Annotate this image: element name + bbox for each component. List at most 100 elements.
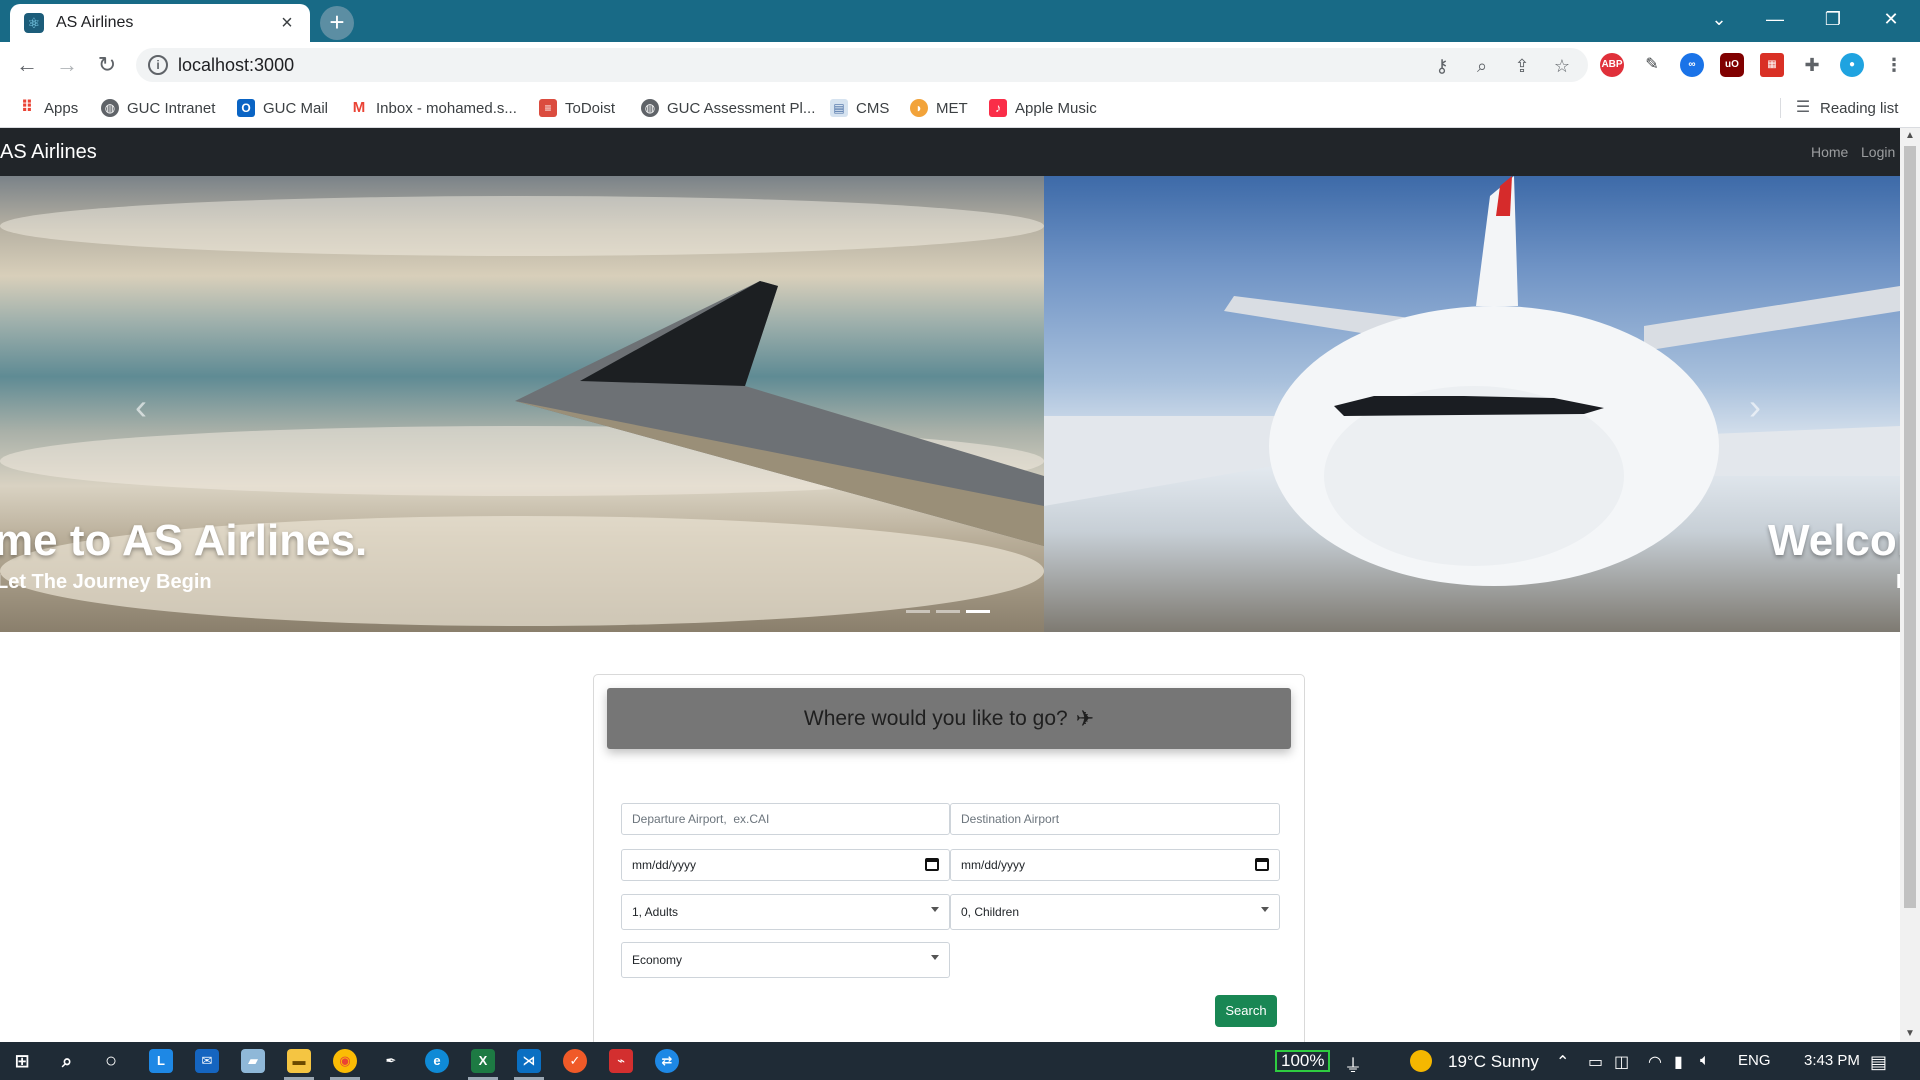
scroll-down-icon[interactable]: ▼ bbox=[1900, 1026, 1920, 1042]
tab-title: AS Airlines bbox=[56, 14, 134, 31]
chevron-up-icon[interactable]: ⌃ bbox=[1556, 1052, 1569, 1072]
outlook-icon: O bbox=[237, 99, 255, 117]
device-icon[interactable]: ▭ bbox=[1588, 1052, 1603, 1072]
destination-airport-field[interactable] bbox=[950, 803, 1280, 835]
met-logo-icon: ◗ bbox=[910, 99, 928, 117]
close-window-button[interactable]: ✕ bbox=[1862, 0, 1920, 38]
carousel-caption-title: me to AS Airlines. bbox=[0, 516, 368, 565]
carousel-indicator-3[interactable] bbox=[966, 610, 990, 613]
key-icon[interactable]: ⚷ bbox=[1430, 54, 1454, 78]
bookmark-guc-intranet[interactable]: ◍ GUC Intranet bbox=[101, 96, 215, 120]
zoom-icon[interactable]: ⌕ bbox=[1470, 54, 1494, 78]
cabin-class-select[interactable]: Economy bbox=[621, 942, 950, 978]
vscode-icon[interactable]: ⋊ bbox=[517, 1049, 541, 1073]
tab-search-chevron-icon[interactable]: ⌄ bbox=[1690, 0, 1748, 38]
browser-tab-strip: ⚛ AS Airlines × + ⌄ — ❐ ✕ bbox=[0, 0, 1920, 42]
menu-kebab-icon[interactable]: ⋮ bbox=[1882, 53, 1906, 77]
nav-link-login[interactable]: Login bbox=[1861, 144, 1895, 160]
children-select[interactable]: 0, Children bbox=[950, 894, 1280, 930]
cortana-icon[interactable]: ○ bbox=[99, 1049, 123, 1073]
infinity-extension-icon[interactable]: ∞ bbox=[1680, 53, 1704, 77]
excel-icon[interactable]: X bbox=[471, 1049, 495, 1073]
bookmark-apple-music[interactable]: ♪ Apple Music bbox=[989, 96, 1097, 120]
scroll-up-icon[interactable]: ▲ bbox=[1900, 128, 1920, 144]
reload-icon[interactable]: ↻ bbox=[93, 51, 121, 79]
adults-select[interactable]: 1, Adults bbox=[621, 894, 950, 930]
bookmark-label: Inbox - mohamed.s... bbox=[376, 99, 517, 117]
bookmark-guc-mail[interactable]: O GUC Mail bbox=[237, 96, 328, 120]
mail-icon[interactable]: ✉ bbox=[195, 1049, 219, 1073]
new-tab-button[interactable]: + bbox=[320, 6, 354, 40]
omnibox[interactable]: i localhost:3000 ⚷ ⌕ ⇪ ☆ bbox=[136, 48, 1588, 82]
departure-airport-field[interactable] bbox=[621, 803, 950, 835]
weather-text[interactable]: 19°C Sunny bbox=[1448, 1052, 1539, 1072]
notes-icon[interactable]: ▰ bbox=[241, 1049, 265, 1073]
ublock-extension-icon[interactable]: uO bbox=[1720, 53, 1744, 77]
close-tab-icon[interactable]: × bbox=[276, 12, 298, 35]
bookmarks-divider bbox=[1780, 98, 1781, 118]
site-navbar: AS Airlines Home Login bbox=[0, 128, 1900, 176]
restore-button[interactable]: ❐ bbox=[1804, 0, 1862, 38]
sun-icon[interactable] bbox=[1410, 1050, 1432, 1072]
bookmark-cms[interactable]: ▤ CMS bbox=[830, 96, 889, 120]
site-info-icon[interactable]: i bbox=[148, 55, 168, 75]
reading-list-button[interactable]: ☰ Reading list bbox=[1794, 96, 1899, 120]
bookmark-todoist[interactable]: ≡ ToDoist bbox=[539, 96, 615, 120]
signature-extension-icon[interactable]: ✎ bbox=[1640, 53, 1664, 77]
forward-arrow-icon[interactable]: → bbox=[53, 51, 81, 79]
image-extension-icon[interactable]: ▦ bbox=[1760, 53, 1784, 77]
network-icon[interactable]: ◫ bbox=[1614, 1052, 1629, 1072]
chrome-icon[interactable]: ◉ bbox=[333, 1049, 357, 1073]
bookmark-inbox[interactable]: M Inbox - mohamed.s... bbox=[350, 96, 517, 120]
todoist-icon: ≡ bbox=[539, 99, 557, 117]
share-icon[interactable]: ⇪ bbox=[1510, 54, 1534, 78]
bookmark-guc-assessment[interactable]: ◍ GUC Assessment Pl... bbox=[641, 96, 815, 120]
departure-airport-input[interactable] bbox=[632, 804, 787, 834]
postman-icon[interactable]: ✓ bbox=[563, 1049, 587, 1073]
wifi-icon[interactable]: ◠ bbox=[1648, 1052, 1662, 1072]
search-icon[interactable]: ⌕ bbox=[55, 1049, 79, 1073]
back-arrow-icon[interactable]: ← bbox=[13, 51, 41, 79]
nav-link-home[interactable]: Home bbox=[1811, 144, 1848, 160]
battery-percentage[interactable]: 100% bbox=[1275, 1050, 1331, 1072]
pen-tool-icon[interactable]: ✒ bbox=[379, 1049, 403, 1073]
bookmark-label: Apple Music bbox=[1015, 99, 1097, 117]
url-text[interactable]: localhost:3000 bbox=[178, 55, 294, 76]
bookmark-apps[interactable]: ⠿ Apps bbox=[18, 96, 78, 120]
teamviewer-icon[interactable]: ⇄ bbox=[655, 1049, 679, 1073]
pdf-reader-icon[interactable]: ⌁ bbox=[609, 1049, 633, 1073]
battery-icon[interactable]: ▮ bbox=[1674, 1052, 1683, 1072]
volume-icon[interactable]: 🔈︎ bbox=[1700, 1052, 1710, 1070]
carousel-indicator-2[interactable] bbox=[936, 610, 960, 613]
carousel-prev-icon[interactable]: ‹ bbox=[135, 386, 147, 428]
carousel-indicator-1[interactable] bbox=[906, 610, 930, 613]
search-button[interactable]: Search bbox=[1215, 995, 1277, 1027]
calendar-icon[interactable] bbox=[925, 858, 939, 871]
scrollbar-thumb[interactable] bbox=[1904, 146, 1916, 908]
windows-start-icon[interactable]: ⊞ bbox=[10, 1049, 34, 1073]
departure-date-value[interactable]: mm/dd/yyyy bbox=[632, 850, 696, 880]
file-explorer-icon[interactable]: ▬ bbox=[287, 1049, 311, 1073]
notifications-icon[interactable]: ▤ bbox=[1870, 1052, 1887, 1073]
carousel-next-icon[interactable]: › bbox=[1749, 386, 1761, 428]
navbar-brand[interactable]: AS Airlines bbox=[0, 141, 97, 164]
page-scrollbar[interactable]: ▲ ▼ bbox=[1900, 128, 1920, 1042]
return-date-field[interactable]: mm/dd/yyyy bbox=[950, 849, 1280, 881]
minimize-button[interactable]: — bbox=[1746, 0, 1804, 38]
lync-icon[interactable]: L bbox=[149, 1049, 173, 1073]
carousel-caption-subtitle: Let The Journey Begin bbox=[0, 571, 212, 593]
browser-tab[interactable]: ⚛ AS Airlines × bbox=[10, 4, 310, 42]
language-indicator[interactable]: ENG bbox=[1738, 1052, 1771, 1069]
return-date-value[interactable]: mm/dd/yyyy bbox=[961, 850, 1025, 880]
clock[interactable]: 3:43 PM bbox=[1804, 1052, 1860, 1069]
extensions-puzzle-icon[interactable]: ✚ bbox=[1800, 53, 1824, 77]
calendar-icon[interactable] bbox=[1255, 858, 1269, 871]
edge-icon[interactable]: e bbox=[425, 1049, 449, 1073]
bookmark-met[interactable]: ◗ MET bbox=[910, 96, 968, 120]
adblock-extension-icon[interactable]: ABP bbox=[1600, 53, 1624, 77]
departure-date-field[interactable]: mm/dd/yyyy bbox=[621, 849, 950, 881]
destination-airport-input[interactable] bbox=[961, 804, 1116, 834]
profile-avatar[interactable]: ● bbox=[1840, 53, 1864, 77]
bookmark-star-icon[interactable]: ☆ bbox=[1550, 54, 1574, 78]
chevron-down-icon bbox=[931, 907, 939, 912]
